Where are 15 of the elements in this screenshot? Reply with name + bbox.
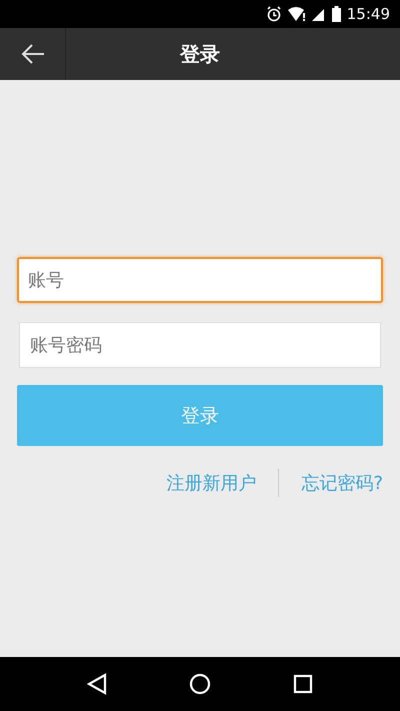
wifi-icon [288, 7, 306, 21]
clock-time: 15:49 [346, 5, 390, 23]
home-icon[interactable] [189, 673, 211, 695]
forgot-password-link[interactable]: 忘记密码? [301, 471, 383, 495]
battery-icon [332, 6, 341, 22]
signal-icon [312, 7, 326, 21]
password-field[interactable]: 账号密码 [19, 322, 381, 368]
screen-title: 登录 [178, 40, 221, 68]
register-link[interactable]: 注册新用户 [166, 471, 256, 495]
account-field[interactable]: 账号 [17, 257, 383, 303]
back-arrow-icon [20, 44, 44, 64]
back-icon[interactable] [87, 673, 107, 695]
recents-icon[interactable] [293, 674, 313, 694]
login-button[interactable]: 登录 [17, 385, 383, 446]
alarm-icon [266, 6, 282, 22]
